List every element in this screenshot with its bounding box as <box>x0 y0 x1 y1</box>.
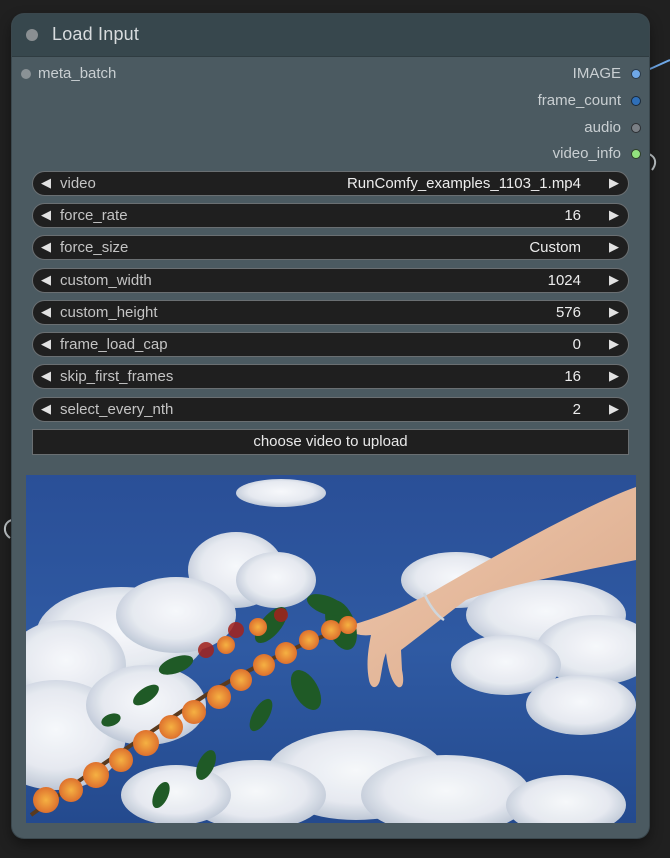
video-preview-frame <box>26 475 636 823</box>
meta-batch-input-dot-icon[interactable] <box>21 69 31 79</box>
widget-value[interactable]: Custom <box>529 239 581 256</box>
widget-value[interactable]: 2 <box>573 401 581 418</box>
widget-name: force_rate <box>60 207 128 224</box>
increment-arrow-icon[interactable]: ▶ <box>609 239 619 255</box>
widget-skip-first-frames[interactable]: ◀ skip_first_frames 16 ▶ <box>32 364 629 389</box>
decrement-arrow-icon[interactable]: ◀ <box>41 368 51 384</box>
widget-custom-height[interactable]: ◀ custom_height 576 ▶ <box>32 300 629 325</box>
widget-value[interactable]: RunComfy_examples_1103_1.mp4 <box>347 175 581 192</box>
widget-name: select_every_nth <box>60 401 174 418</box>
widget-value[interactable]: 1024 <box>548 272 581 289</box>
widget-force-size[interactable]: ◀ force_size Custom ▶ <box>32 235 629 260</box>
widget-value[interactable]: 576 <box>556 304 581 321</box>
widget-name: custom_width <box>60 272 152 289</box>
video-preview[interactable] <box>26 475 636 823</box>
output-label-image: IMAGE <box>572 65 621 82</box>
widget-custom-width[interactable]: ◀ custom_width 1024 ▶ <box>32 268 629 293</box>
node-title: Load Input <box>52 24 140 44</box>
increment-arrow-icon[interactable]: ▶ <box>609 401 619 417</box>
widget-force-rate[interactable]: ◀ force_rate 16 ▶ <box>32 203 629 228</box>
decrement-arrow-icon[interactable]: ◀ <box>41 272 51 288</box>
increment-arrow-icon[interactable]: ▶ <box>609 175 619 191</box>
decrement-arrow-icon[interactable]: ◀ <box>41 207 51 223</box>
increment-arrow-icon[interactable]: ▶ <box>609 368 619 384</box>
widget-name: force_size <box>60 239 129 256</box>
video-info-output-dot-icon[interactable] <box>631 149 641 159</box>
node-header[interactable]: Load Input <box>12 14 649 57</box>
increment-arrow-icon[interactable]: ▶ <box>609 207 619 223</box>
collapse-dot-icon[interactable] <box>26 29 38 41</box>
widget-name: video <box>60 175 96 192</box>
widget-name: skip_first_frames <box>60 368 174 385</box>
decrement-arrow-icon[interactable]: ◀ <box>41 175 51 191</box>
widget-select-every-nth[interactable]: ◀ select_every_nth 2 ▶ <box>32 397 629 422</box>
widget-name: frame_load_cap <box>60 336 168 353</box>
widget-name: custom_height <box>60 304 158 321</box>
increment-arrow-icon[interactable]: ▶ <box>609 272 619 288</box>
decrement-arrow-icon[interactable]: ◀ <box>41 239 51 255</box>
output-label-frame-count: frame_count <box>537 92 621 109</box>
increment-arrow-icon[interactable]: ▶ <box>609 304 619 320</box>
audio-output-dot-icon[interactable] <box>631 123 641 133</box>
frame-count-output-dot-icon[interactable] <box>631 96 641 106</box>
increment-arrow-icon[interactable]: ▶ <box>609 336 619 352</box>
widget-value[interactable]: 16 <box>564 207 581 224</box>
input-label-meta-batch: meta_batch <box>38 65 117 82</box>
widget-value[interactable]: 0 <box>573 336 581 353</box>
load-input-node[interactable]: Load Input meta_batch IMAGE frame_count … <box>12 14 649 838</box>
widget-value[interactable]: 16 <box>564 368 581 385</box>
decrement-arrow-icon[interactable]: ◀ <box>41 304 51 320</box>
graph-canvas[interactable]: Load Input meta_batch IMAGE frame_count … <box>0 0 670 858</box>
choose-video-upload-button[interactable]: choose video to upload <box>32 429 629 455</box>
image-output-dot-icon[interactable] <box>631 69 641 79</box>
decrement-arrow-icon[interactable]: ◀ <box>41 336 51 352</box>
output-label-video-info: video_info <box>552 145 621 162</box>
widget-video[interactable]: ◀ video RunComfy_examples_1103_1.mp4 ▶ <box>32 171 629 196</box>
decrement-arrow-icon[interactable]: ◀ <box>41 401 51 417</box>
widget-frame-load-cap[interactable]: ◀ frame_load_cap 0 ▶ <box>32 332 629 357</box>
output-label-audio: audio <box>584 119 621 136</box>
